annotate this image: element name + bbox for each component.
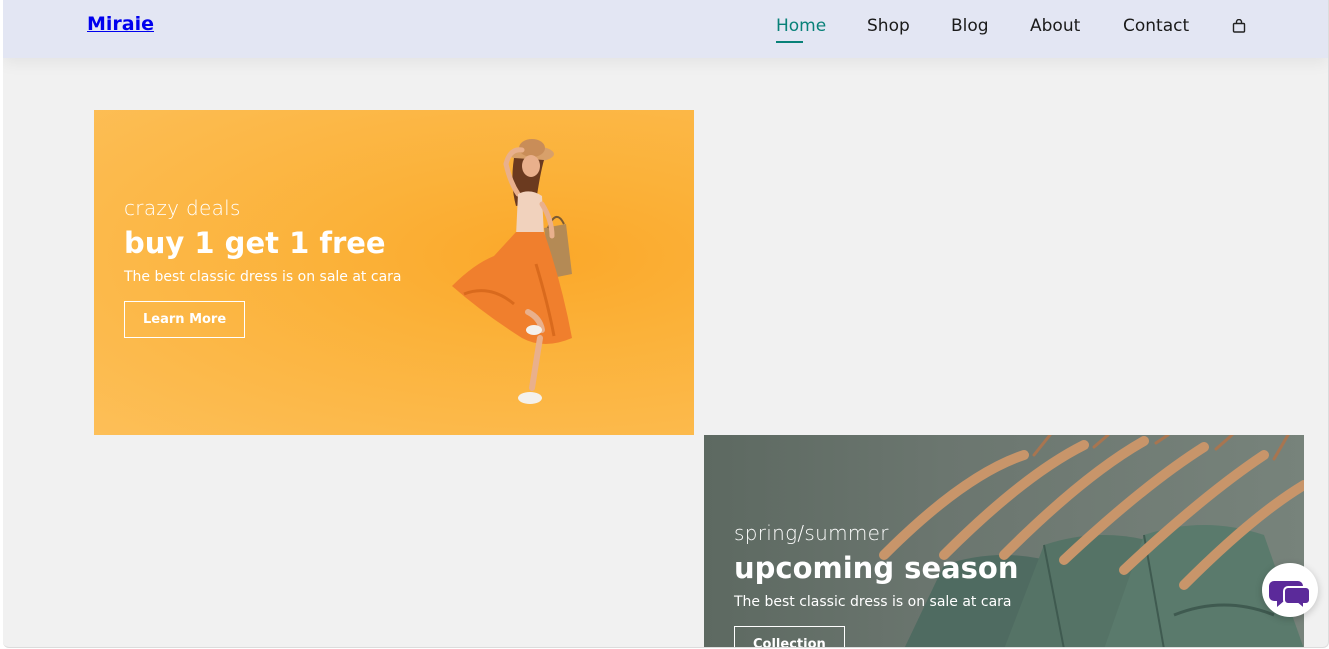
banner-1-text: crazy deals buy 1 get 1 free The best cl…: [124, 195, 401, 338]
nav-shop[interactable]: Shop: [867, 16, 910, 36]
nav-contact[interactable]: Contact: [1123, 16, 1189, 36]
banner-2-subtitle: spring/summer: [734, 521, 889, 545]
banner-1-description: The best classic dress is on sale at car…: [124, 269, 402, 285]
banner-2-description: The best classic dress is on sale at car…: [734, 594, 1012, 610]
nav-about[interactable]: About: [1030, 16, 1080, 36]
model-woman-image: [452, 139, 572, 404]
nav-blog[interactable]: Blog: [951, 16, 989, 36]
chat-bubbles-icon: [1269, 581, 1311, 612]
main-nav: Home Shop Blog About Contact: [3, 16, 1328, 46]
nav-home[interactable]: Home: [776, 16, 826, 43]
banner-1-title: buy 1 get 1 free: [124, 226, 386, 260]
banner-2-text: spring/summer upcoming season The best c…: [734, 520, 1019, 647]
collection-button[interactable]: Collection: [734, 626, 845, 647]
page-viewport: Miraie Home Shop Blog About Contact craz…: [3, 0, 1329, 648]
banner-upcoming-season: spring/summer upcoming season The best c…: [704, 435, 1304, 647]
shopping-bag-icon[interactable]: [1232, 19, 1246, 33]
chat-button[interactable]: [1262, 563, 1318, 617]
banner-crazy-deals: crazy deals buy 1 get 1 free The best cl…: [94, 110, 694, 435]
site-header: Miraie Home Shop Blog About Contact: [3, 0, 1328, 58]
learn-more-button[interactable]: Learn More: [124, 301, 246, 338]
banner-2-title: upcoming season: [734, 551, 1019, 585]
banner-1-subtitle: crazy deals: [124, 196, 241, 220]
